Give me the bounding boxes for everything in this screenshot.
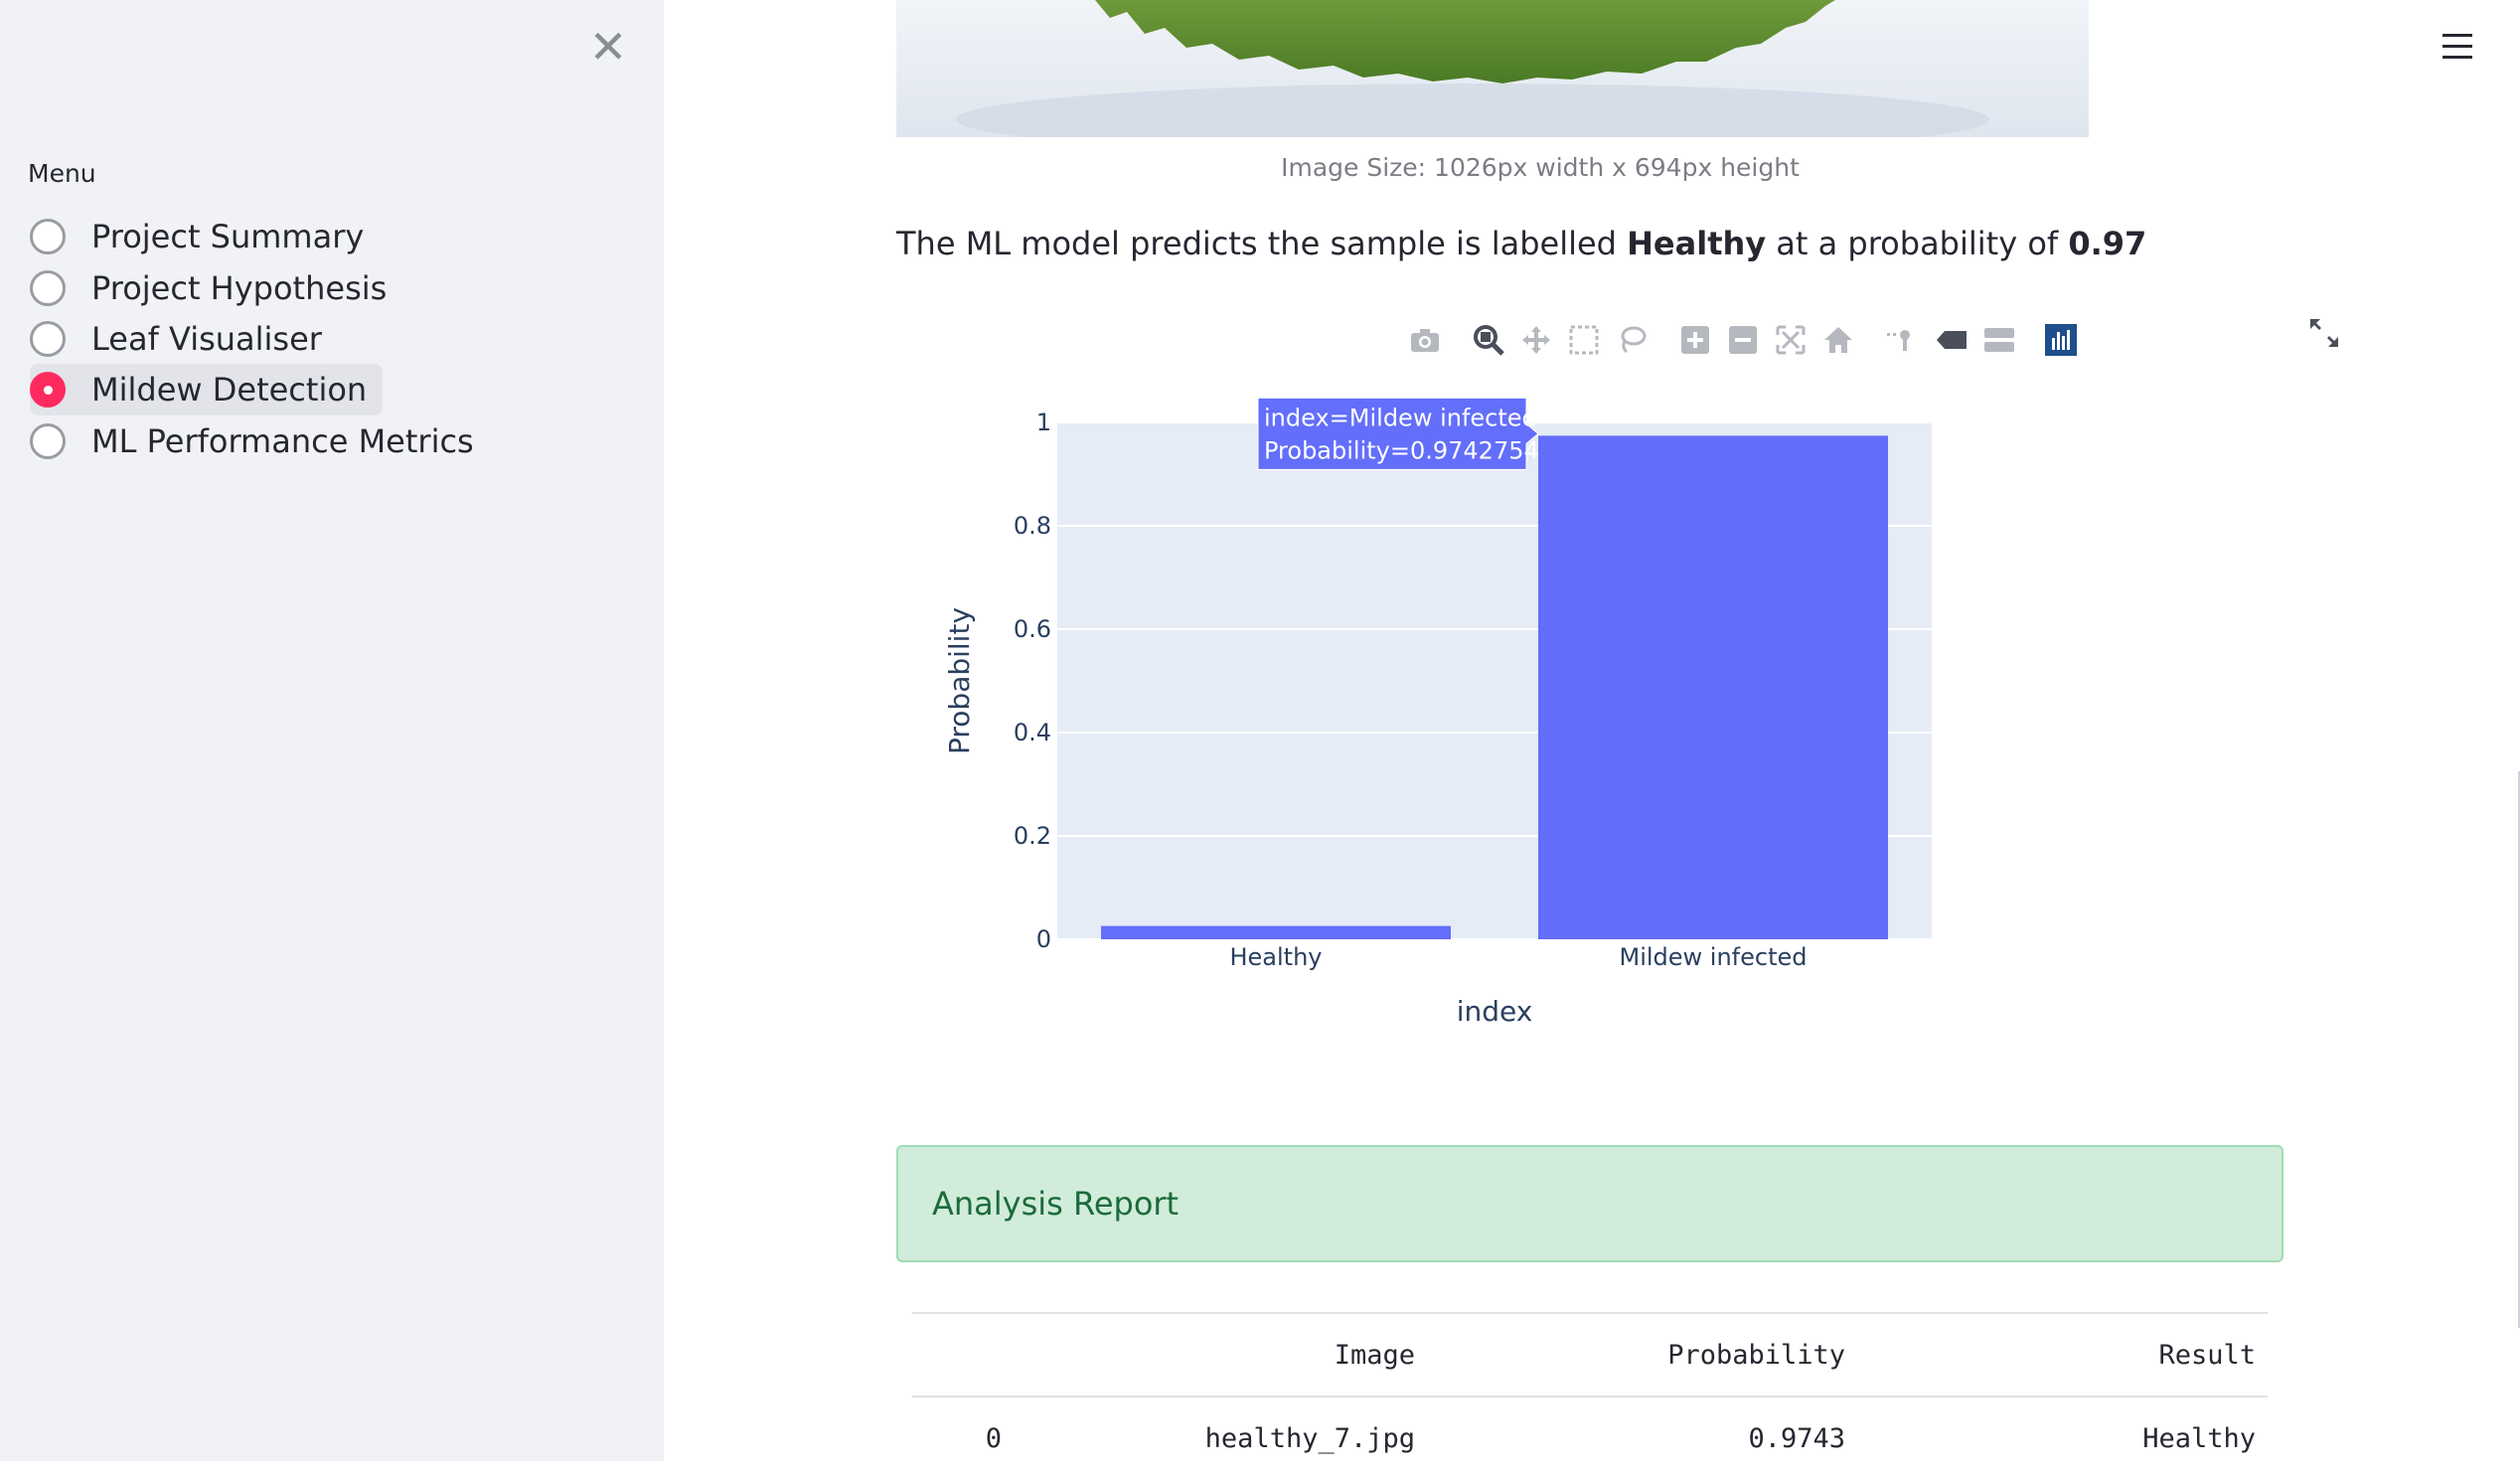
table-header-result: Result bbox=[2158, 1339, 2256, 1371]
tooltip-line-1: index=Mildew infected bbox=[1264, 404, 1537, 431]
autoscale-icon[interactable] bbox=[1773, 322, 1809, 358]
probability-bar-chart: 0 0.2 0.4 0.6 0.8 1 Healthy Mildew infected inde… bbox=[934, 383, 1948, 1043]
bar-healthy bbox=[1101, 925, 1451, 939]
reset-axes-icon[interactable] bbox=[1820, 322, 1856, 358]
sidebar: ✕ Menu Project Summary Project Hypothesi… bbox=[0, 0, 664, 1461]
radio-circle-icon[interactable] bbox=[30, 219, 66, 254]
radio-project-hypothesis[interactable]: Project Hypothesis bbox=[30, 262, 402, 314]
y-tick-label: 0.6 bbox=[1014, 615, 1051, 643]
y-axis-title: Probability bbox=[943, 607, 976, 754]
prediction-middle: at a probability of bbox=[1766, 225, 2069, 262]
box-select-icon[interactable] bbox=[1566, 322, 1602, 358]
leaf-image bbox=[896, 0, 2089, 137]
tooltip-line-2: Probability=0.9742754 bbox=[1264, 436, 1539, 464]
table-header-probability: Probability bbox=[1667, 1339, 1845, 1371]
radio-label: Project Summary bbox=[91, 218, 365, 255]
table-header-image: Image bbox=[1334, 1339, 1415, 1371]
radio-project-summary[interactable]: Project Summary bbox=[30, 211, 380, 262]
x-axis-title: index bbox=[1457, 995, 1533, 1028]
fullscreen-icon[interactable] bbox=[2307, 316, 2341, 359]
zoom-icon[interactable] bbox=[1471, 322, 1506, 358]
radio-label: Project Hypothesis bbox=[91, 269, 388, 307]
y-tick-label: 1 bbox=[1036, 409, 1051, 436]
analysis-report-title: Analysis Report bbox=[932, 1185, 1180, 1223]
hover-compare-icon[interactable] bbox=[1981, 322, 2017, 358]
y-tick-label: 0 bbox=[1036, 925, 1051, 953]
hover-closest-icon[interactable] bbox=[1934, 322, 1969, 358]
y-tick-label: 0.2 bbox=[1014, 822, 1051, 850]
radio-mildew-detection[interactable]: Mildew Detection bbox=[30, 364, 384, 415]
table-cell-probability: 0.9743 bbox=[1748, 1422, 1845, 1454]
table-cell-index: 0 bbox=[985, 1422, 1002, 1454]
radio-circle-icon[interactable] bbox=[30, 423, 66, 459]
table-header-row: Image Probability Result bbox=[912, 1312, 2268, 1396]
radio-circle-icon[interactable] bbox=[30, 270, 66, 306]
radio-ml-performance-metrics[interactable]: ML Performance Metrics bbox=[30, 415, 490, 467]
prediction-text: The ML model predicts the sample is labe… bbox=[896, 225, 2146, 262]
pan-icon[interactable] bbox=[1518, 322, 1554, 358]
spike-lines-icon[interactable] bbox=[1882, 322, 1918, 358]
analysis-report-alert: Analysis Report bbox=[896, 1145, 2284, 1262]
bar-mildew-infected bbox=[1538, 435, 1888, 939]
report-table: Image Probability Result 0 healthy_7.jpg… bbox=[912, 1312, 2268, 1479]
x-tick-label: Healthy bbox=[1229, 943, 1322, 971]
menu-label: Menu bbox=[28, 159, 96, 188]
radio-label: ML Performance Metrics bbox=[91, 422, 474, 460]
x-tick-label: Mildew infected bbox=[1620, 943, 1808, 971]
chart-svg: 0 0.2 0.4 0.6 0.8 1 Healthy Mildew infected inde… bbox=[943, 397, 1932, 1028]
radio-label: Mildew Detection bbox=[91, 371, 368, 409]
plotly-logo-icon[interactable] bbox=[2043, 322, 2079, 358]
lasso-icon[interactable] bbox=[1614, 322, 1650, 358]
radio-selected-icon[interactable] bbox=[30, 372, 66, 408]
image-caption: Image Size: 1026px width x 694px height bbox=[1281, 153, 1800, 182]
radio-leaf-visualiser[interactable]: Leaf Visualiser bbox=[30, 313, 338, 365]
radio-circle-icon[interactable] bbox=[30, 321, 66, 357]
y-tick-label: 0.4 bbox=[1014, 719, 1051, 746]
prediction-prefix: The ML model predicts the sample is labe… bbox=[896, 225, 1628, 262]
radio-label: Leaf Visualiser bbox=[91, 320, 322, 358]
camera-icon[interactable] bbox=[1407, 322, 1443, 358]
table-row: 0 healthy_7.jpg 0.9743 Healthy bbox=[912, 1396, 2268, 1479]
prediction-label: Healthy bbox=[1627, 225, 1767, 262]
prediction-probability: 0.97 bbox=[2068, 225, 2147, 262]
table-cell-result: Healthy bbox=[2142, 1422, 2256, 1454]
zoom-in-icon[interactable] bbox=[1677, 322, 1713, 358]
table-cell-image: healthy_7.jpg bbox=[1204, 1422, 1415, 1454]
hamburger-menu-icon[interactable] bbox=[2442, 34, 2472, 67]
zoom-out-icon[interactable] bbox=[1725, 322, 1761, 358]
y-tick-label: 0.8 bbox=[1014, 512, 1051, 540]
close-sidebar-icon[interactable]: ✕ bbox=[588, 24, 628, 70]
